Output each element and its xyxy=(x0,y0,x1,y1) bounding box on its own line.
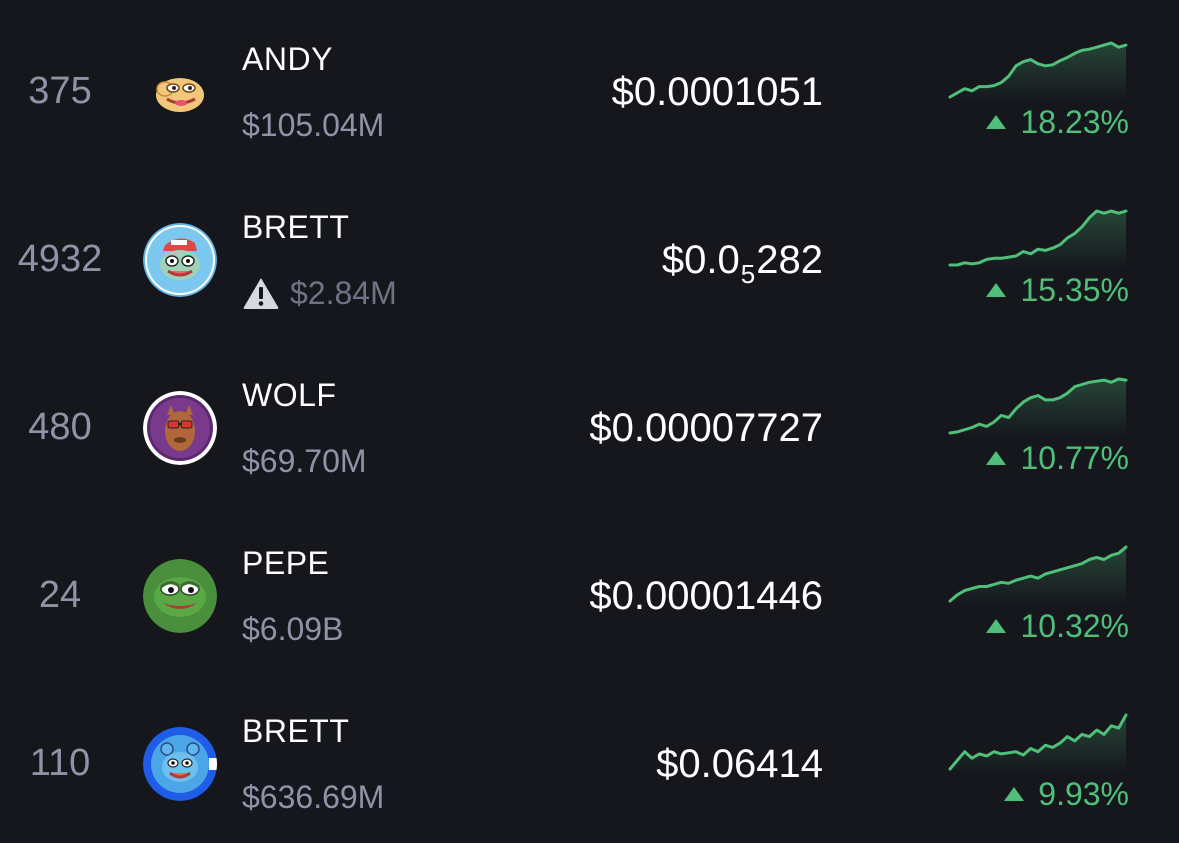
token-name: WOLF xyxy=(242,377,337,413)
sparkline-area xyxy=(950,43,1126,101)
price-change: 18.23% xyxy=(986,102,1129,142)
token-price: $0.0001051 xyxy=(612,67,823,117)
sparkline-area xyxy=(950,379,1126,437)
price-value: $0.00007727 xyxy=(589,406,823,450)
token-name: BRETT xyxy=(242,713,350,749)
price-change-value: 15.35% xyxy=(1020,272,1129,308)
up-triangle-icon xyxy=(986,115,1007,129)
price-value: $0.00001446 xyxy=(589,574,823,618)
andy-token-icon xyxy=(143,55,217,129)
price-change-value: 18.23% xyxy=(1020,104,1129,140)
up-triangle-icon xyxy=(986,451,1007,465)
market-cap: $69.70M xyxy=(242,439,367,483)
price-change: 9.93% xyxy=(1004,774,1129,814)
token-rank: 4932 xyxy=(17,238,103,280)
token-rank: 110 xyxy=(29,742,91,784)
market-cap: $6.09B xyxy=(242,607,343,651)
token-name: BRETT xyxy=(242,209,350,245)
token-row-brett[interactable]: 4932 BRETT $2.84M $0.05282 15.35% xyxy=(0,171,1179,339)
warning-triangle-icon xyxy=(243,278,279,309)
token-price: $0.05282 xyxy=(662,235,823,289)
sparkline-area xyxy=(950,211,1126,269)
price-value-digits: 282 xyxy=(756,238,823,282)
up-triangle-icon xyxy=(986,283,1007,297)
token-row-wolf[interactable]: 480 WOLF $69.70M $0.00007727 10.77% xyxy=(0,339,1179,507)
price-sparkline xyxy=(948,209,1128,269)
price-change-value: 10.77% xyxy=(1020,440,1129,476)
market-cap: $105.04M xyxy=(242,103,384,147)
market-cap: $2.84M xyxy=(242,271,397,315)
price-sparkline xyxy=(948,377,1128,437)
price-change: 10.77% xyxy=(986,438,1129,478)
market-cap-value: $69.70M xyxy=(242,443,367,479)
price-value: $0.06414 xyxy=(656,742,823,786)
token-rank: 375 xyxy=(28,70,92,112)
price-change: 10.32% xyxy=(986,606,1129,646)
market-cap-value: $105.04M xyxy=(242,107,385,143)
wolf-token-icon xyxy=(143,391,217,465)
sparkline-area xyxy=(950,547,1126,605)
price-sparkline xyxy=(948,41,1128,101)
token-row-brett-base[interactable]: 110 BRETT $636.69M $0.06414 9.93% xyxy=(0,675,1179,843)
brett-token-icon xyxy=(143,223,217,297)
price-change: 15.35% xyxy=(986,270,1129,310)
price-change-value: 9.93% xyxy=(1038,776,1129,812)
token-row-andy[interactable]: 375 ANDY $105.04M $0.0001051 18.23% xyxy=(0,3,1179,171)
price-change-value: 10.32% xyxy=(1020,608,1129,644)
price-value: $0.0001051 xyxy=(611,70,823,114)
up-triangle-icon xyxy=(986,619,1007,633)
token-rank: 24 xyxy=(38,574,82,616)
token-name: PEPE xyxy=(242,545,330,581)
price-sparkline xyxy=(948,713,1128,773)
sparkline-area xyxy=(950,715,1126,773)
token-rank: 480 xyxy=(28,406,92,448)
token-row-pepe[interactable]: 24 PEPE $6.09B $0.00001446 10.32% xyxy=(0,507,1179,675)
brett-base-token-icon xyxy=(143,727,217,801)
price-value-prefix: $0.0 xyxy=(661,238,740,282)
price-sparkline xyxy=(948,545,1128,605)
market-cap-value: $6.09B xyxy=(242,611,344,647)
market-cap-value: $2.84M xyxy=(290,275,397,311)
token-list: 375 ANDY $105.04M $0.0001051 18.23% 4932… xyxy=(0,0,1179,839)
pepe-token-icon xyxy=(143,559,217,633)
token-name: ANDY xyxy=(242,41,333,77)
market-cap-value: $636.69M xyxy=(242,779,385,815)
token-price: $0.00007727 xyxy=(589,403,823,453)
market-cap: $636.69M xyxy=(242,775,384,819)
token-price: $0.06414 xyxy=(656,739,823,789)
up-triangle-icon xyxy=(1004,787,1025,801)
price-zero-count: 5 xyxy=(740,259,756,289)
token-price: $0.00001446 xyxy=(589,571,823,621)
